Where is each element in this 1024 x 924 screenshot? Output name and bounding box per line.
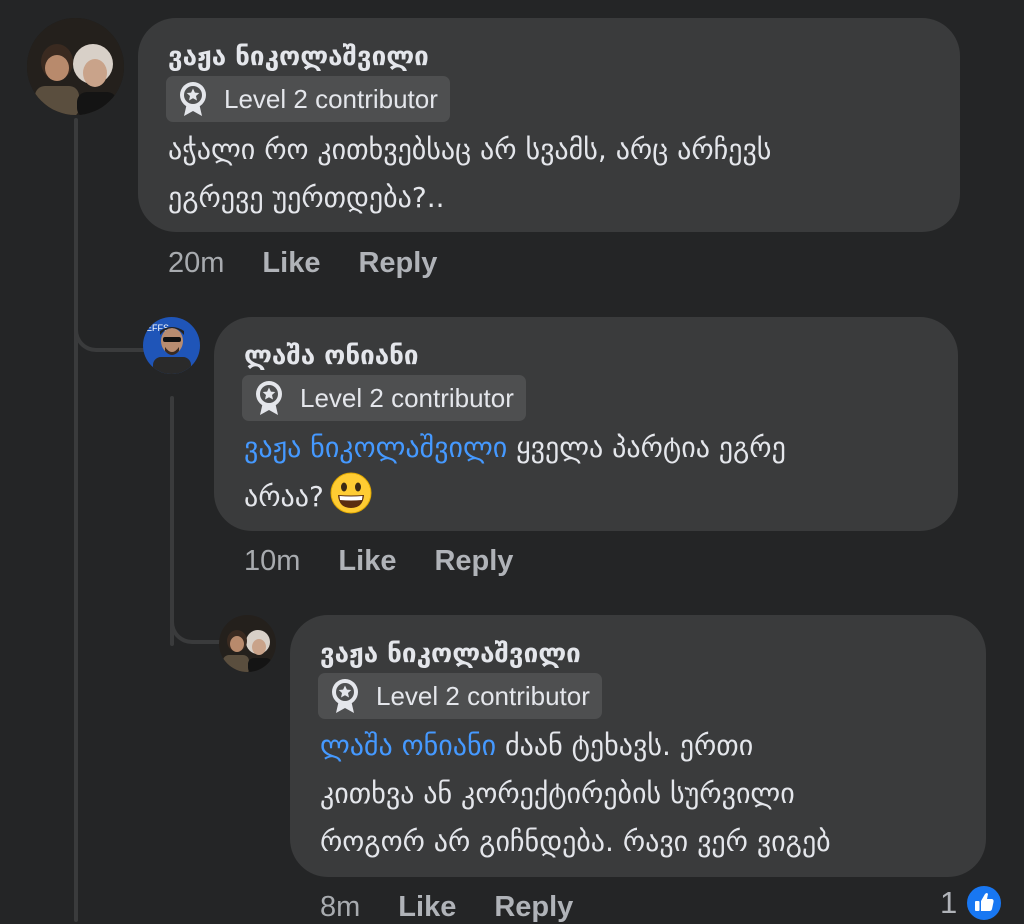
mention-link[interactable]: ლაშა ონიანი xyxy=(320,729,496,762)
badge-label: Level 2 contributor xyxy=(300,382,514,413)
comment-text-line: ეგრევე უერთდება?.. xyxy=(168,181,445,214)
comment-text-fragment: არაა? xyxy=(244,480,324,513)
comment-timestamp[interactable]: 20m xyxy=(168,247,224,279)
like-button[interactable]: Like xyxy=(338,545,396,577)
reaction-summary[interactable]: 1 xyxy=(940,884,1004,922)
badge-label: Level 2 contributor xyxy=(224,83,438,114)
award-ribbon-icon xyxy=(256,381,282,415)
avatar[interactable] xyxy=(27,18,124,115)
comment-author[interactable]: ვაჟა ნიკოლაშვილი xyxy=(320,639,581,669)
avatar[interactable]: EFFS xyxy=(143,317,200,374)
grinning-face-emoji xyxy=(330,472,372,514)
like-button[interactable]: Like xyxy=(262,247,320,279)
comment-author[interactable]: ვაჟა ნიკოლაშვილი xyxy=(168,42,429,72)
comment-text-line: ვაჟა ნიკოლაშვილი ყველა პარტია ეგრე xyxy=(244,424,944,472)
comment-actions: 10m Like Reply xyxy=(244,545,513,578)
like-button[interactable]: Like xyxy=(398,891,456,923)
comment-text-line: არაა? xyxy=(244,472,944,521)
contributor-badge[interactable]: Level 2 contributor xyxy=(242,375,526,421)
mention-link[interactable]: ვაჟა ნიკოლაშვილი xyxy=(244,431,507,464)
comment-text-fragment: ყველა პარტია ეგრე xyxy=(507,431,786,464)
comment-text-line: აჭალი რო კითხვებსაც არ სვამს, არც არჩევს xyxy=(168,133,772,166)
comment-text-line: როგორ არ გიჩნდება. რავი ვერ ვიგებ xyxy=(320,825,831,858)
comment-text: ვაჟა ნიკოლაშვილი ყველა პარტია ეგრე არაა? xyxy=(244,424,944,521)
comment-text: ლაშა ონიანი ძაან ტეხავს. ერთი კითხვა ან … xyxy=(320,722,980,866)
award-ribbon-icon xyxy=(332,679,358,713)
badge-label: Level 2 contributor xyxy=(376,680,590,711)
contributor-badge[interactable]: Level 2 contributor xyxy=(166,76,450,122)
thread-curve-reply-2 xyxy=(170,596,222,644)
reply-button[interactable]: Reply xyxy=(494,891,573,923)
comment-actions: 20m Like Reply xyxy=(168,247,437,280)
reply-button[interactable]: Reply xyxy=(358,247,437,279)
reaction-count: 1 xyxy=(940,885,958,920)
thread-curve-reply-1 xyxy=(74,290,144,352)
comment-text: აჭალი რო კითხვებსაც არ სვამს, არც არჩევს… xyxy=(168,126,948,222)
contributor-badge[interactable]: Level 2 contributor xyxy=(318,673,602,719)
reply-button[interactable]: Reply xyxy=(434,545,513,577)
comment-timestamp[interactable]: 10m xyxy=(244,545,300,577)
comment-author[interactable]: ლაშა ონიანი xyxy=(244,341,419,371)
avatar[interactable] xyxy=(219,615,276,672)
like-thumb-icon xyxy=(965,884,1004,922)
comment-text-line: ლაშა ონიანი ძაან ტეხავს. ერთი xyxy=(320,722,980,770)
thread-line-main xyxy=(74,118,78,922)
award-ribbon-icon xyxy=(180,82,206,116)
comment-timestamp[interactable]: 8m xyxy=(320,891,360,923)
comment-text-line: კითხვა ან კორექტირების სურვილი xyxy=(320,777,795,810)
comment-text-fragment: ძაან ტეხავს. ერთი xyxy=(496,729,754,762)
comment-actions: 8m Like Reply xyxy=(320,891,573,924)
